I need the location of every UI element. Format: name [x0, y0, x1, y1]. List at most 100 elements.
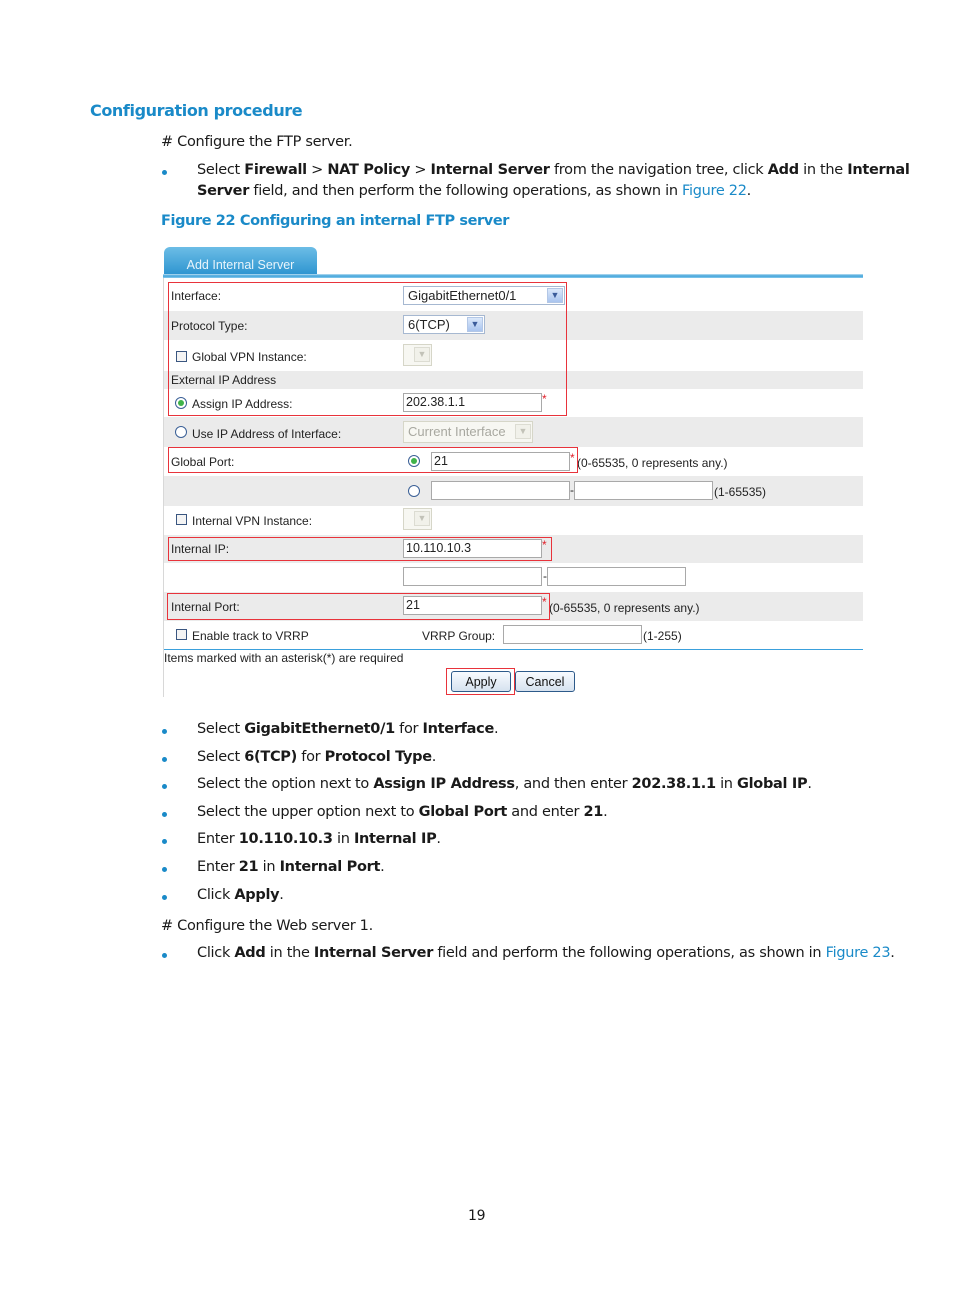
text: in the [798, 162, 848, 178]
internal-vpn-checkbox[interactable] [176, 514, 187, 525]
chevron-down-icon[interactable]: ▼ [467, 317, 483, 332]
text: Select the option next to [197, 776, 374, 792]
protocol-label: Protocol Type: [171, 319, 248, 333]
row-use-interface-ip: Use IP Address of Interface: Current Int… [164, 417, 863, 447]
text-bold: Internal IP [353, 831, 437, 847]
internal-port-label: Internal Port: [171, 600, 240, 614]
row-global-vpn: Global VPN Instance: ▼ [164, 340, 863, 371]
bullet-icon [162, 867, 167, 872]
row-internal-ip-range: - [164, 563, 863, 592]
global-vpn-checkbox[interactable] [176, 351, 187, 362]
bullet-icon [162, 895, 167, 900]
row-vrrp: Enable track to VRRP VRRP Group: (1-255) [164, 621, 863, 649]
figure-23-link[interactable]: Figure 23 [826, 945, 891, 961]
text-bold: NAT Policy [327, 162, 411, 178]
vrrp-track-label: Enable track to VRRP [192, 629, 309, 643]
text-bold: Global Port [418, 804, 508, 820]
text: in [715, 776, 738, 792]
internal-port-input[interactable]: 21 [403, 596, 542, 615]
step-item: Click Add in the Internal Server field a… [197, 945, 895, 961]
required-asterisk: * [570, 451, 575, 465]
row-external-ip-header: External IP Address [164, 371, 863, 389]
text-bold: 21 [238, 859, 259, 875]
text: field, and then perform the following op… [249, 183, 683, 199]
use-interface-value: Current Interface [408, 424, 506, 439]
chevron-down-icon[interactable]: ▼ [547, 288, 563, 303]
text-bold: GigabitEthernet0/1 [244, 721, 395, 737]
text-bold: 6(TCP) [244, 749, 297, 765]
vrrp-group-input[interactable] [503, 625, 642, 644]
text-bold: Internal Server [430, 162, 550, 178]
assign-ip-radio[interactable] [175, 397, 187, 409]
text-bold: Apply [234, 887, 280, 903]
row-interface: Interface: GigabitEthernet0/1 ▼ [164, 281, 863, 311]
step-item: Select 6(TCP) for Protocol Type. [197, 749, 436, 765]
protocol-value: 6(TCP) [408, 317, 450, 332]
text-bold: Firewall [244, 162, 307, 178]
text: Select [197, 721, 245, 737]
use-interface-select[interactable]: Current Interface ▼ [403, 421, 533, 443]
global-port-label: Global Port: [171, 455, 235, 469]
chevron-down-icon: ▼ [414, 347, 430, 362]
step-navigation-line2: Server field, and then perform the follo… [197, 183, 751, 199]
vrrp-group-label: VRRP Group: [422, 629, 496, 643]
row-assign-ip: Assign IP Address: 202.38.1.1 * [164, 389, 863, 417]
step-item: Enter 21 in Internal Port. [197, 859, 385, 875]
text: , and then enter [514, 776, 632, 792]
row-global-port: Global Port: 21 * (0-65535, 0 represents… [164, 447, 863, 476]
intro-web-server: # Configure the Web server 1. [161, 918, 373, 934]
add-internal-server-form: Add Internal Server Interface: GigabitEt… [163, 247, 863, 697]
text: from the navigation tree, click [549, 162, 768, 178]
text-bold: Server [197, 183, 250, 199]
text-bold: Protocol Type [324, 749, 432, 765]
global-vpn-select[interactable]: ▼ [403, 344, 432, 366]
page-number: 19 [468, 1208, 486, 1224]
global-port-range-radio[interactable] [408, 485, 420, 497]
step-item: Select GigabitEthernet0/1 for Interface. [197, 721, 499, 737]
text-bold: Add [767, 162, 799, 178]
text: . [494, 721, 499, 737]
apply-button[interactable]: Apply [451, 671, 511, 692]
text: > [306, 162, 328, 178]
text-bold: 202.38.1.1 [631, 776, 716, 792]
text: for [296, 749, 325, 765]
interface-select[interactable]: GigabitEthernet0/1 ▼ [403, 286, 565, 305]
figure-22-link[interactable]: Figure 22 [682, 183, 747, 199]
text: . [279, 887, 284, 903]
internal-ip-start-input[interactable] [403, 567, 542, 586]
text-bold: Add [234, 945, 266, 961]
internal-ip-end-input[interactable] [547, 567, 686, 586]
protocol-select[interactable]: 6(TCP) ▼ [403, 315, 485, 334]
use-interface-ip-radio[interactable] [175, 426, 187, 438]
text-bold: Global IP [737, 776, 808, 792]
global-port-start-input[interactable] [431, 481, 570, 500]
vrrp-track-checkbox[interactable] [176, 629, 187, 640]
global-port-input[interactable]: 21 [431, 452, 570, 471]
internal-ip-input[interactable]: 10.110.10.3 [403, 539, 542, 558]
global-port-hint: (0-65535, 0 represents any.) [577, 456, 728, 470]
text: field and perform the following operatio… [433, 945, 826, 961]
chevron-down-icon: ▼ [414, 511, 430, 526]
assign-ip-input[interactable]: 202.38.1.1 [403, 393, 542, 412]
internal-vpn-select[interactable]: ▼ [403, 508, 432, 530]
text: Select [197, 749, 245, 765]
vrrp-group-hint: (1-255) [643, 629, 682, 643]
cancel-button[interactable]: Cancel [515, 671, 575, 692]
text: . [807, 776, 812, 792]
text: Click [197, 945, 235, 961]
global-port-end-input[interactable] [574, 481, 713, 500]
row-protocol: Protocol Type: 6(TCP) ▼ [164, 311, 863, 340]
tab-add-internal-server[interactable]: Add Internal Server [164, 247, 317, 276]
intro-ftp: # Configure the FTP server. [161, 134, 353, 150]
text-bold: Internal Server [313, 945, 434, 961]
text: Click [197, 887, 235, 903]
bullet-icon [162, 839, 167, 844]
global-port-single-radio[interactable] [408, 455, 420, 467]
row-internal-vpn: Internal VPN Instance: ▼ [164, 506, 863, 535]
text: in [258, 859, 280, 875]
text: Enter [197, 859, 239, 875]
text: Select [197, 162, 245, 178]
tab-underline [163, 274, 863, 278]
text: in the [265, 945, 314, 961]
text-bold: 10.110.10.3 [238, 831, 333, 847]
